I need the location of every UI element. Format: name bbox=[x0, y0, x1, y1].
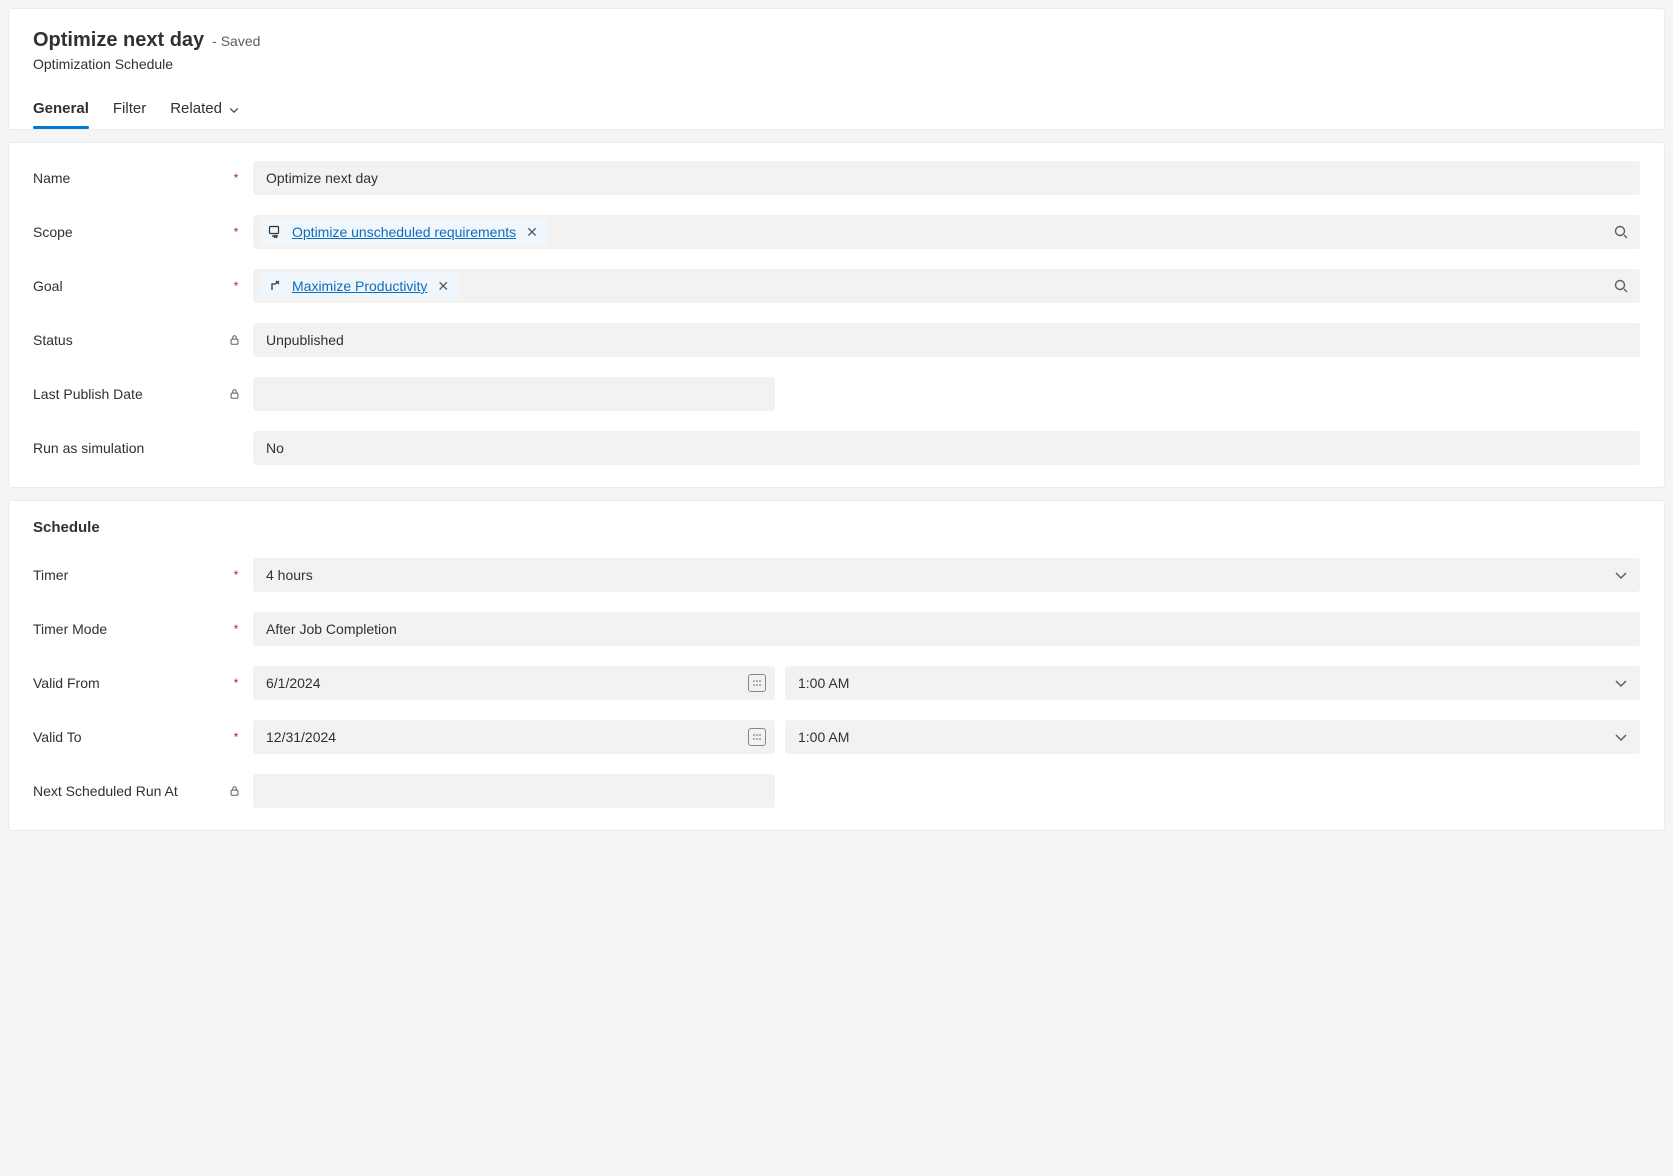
label-goal: Goal bbox=[33, 278, 63, 294]
field-run-as-simulation: Run as simulation No bbox=[33, 431, 1640, 465]
scope-remove-icon[interactable]: ✕ bbox=[524, 224, 540, 241]
required-marker: * bbox=[229, 568, 243, 582]
field-status: Status Unpublished bbox=[33, 323, 1640, 357]
field-scope: Scope * Optimize unscheduled requirement… bbox=[33, 215, 1640, 249]
chevron-down-icon bbox=[228, 103, 240, 115]
label-timer: Timer bbox=[33, 567, 68, 583]
page-title: Optimize next day bbox=[33, 29, 204, 52]
last-publish-date-value bbox=[253, 377, 775, 411]
label-run-as-simulation: Run as simulation bbox=[33, 440, 144, 456]
general-section: Name * Optimize next day Scope * bbox=[8, 142, 1665, 488]
name-input[interactable]: Optimize next day bbox=[253, 161, 1640, 195]
field-valid-to: Valid To * 12/31/2024 1:00 AM bbox=[33, 720, 1640, 754]
goal-lookup[interactable]: Maximize Productivity ✕ bbox=[253, 269, 1640, 303]
saved-indicator: - Saved bbox=[212, 33, 260, 49]
search-icon[interactable] bbox=[1613, 278, 1629, 294]
label-timer-mode: Timer Mode bbox=[33, 621, 107, 637]
label-status: Status bbox=[33, 332, 73, 348]
label-next-scheduled-run-at: Next Scheduled Run At bbox=[33, 783, 178, 799]
tab-filter[interactable]: Filter bbox=[113, 92, 146, 129]
timer-value: 4 hours bbox=[266, 567, 313, 583]
calendar-icon[interactable] bbox=[748, 728, 766, 746]
field-timer-mode: Timer Mode * After Job Completion bbox=[33, 612, 1640, 646]
valid-from-date-value: 6/1/2024 bbox=[266, 675, 321, 691]
status-value: Unpublished bbox=[253, 323, 1640, 357]
label-scope: Scope bbox=[33, 224, 73, 240]
chevron-down-icon bbox=[1613, 729, 1629, 745]
scope-link[interactable]: Optimize unscheduled requirements bbox=[292, 224, 516, 240]
required-marker: * bbox=[229, 171, 243, 185]
goal-remove-icon[interactable]: ✕ bbox=[435, 278, 451, 295]
valid-from-time-value: 1:00 AM bbox=[798, 675, 849, 691]
lock-icon bbox=[229, 388, 243, 400]
schedule-heading: Schedule bbox=[33, 519, 1640, 536]
required-marker: * bbox=[229, 730, 243, 744]
record-header: Optimize next day - Saved Optimization S… bbox=[8, 8, 1665, 130]
chevron-down-icon bbox=[1613, 567, 1629, 583]
field-valid-from: Valid From * 6/1/2024 1:00 AM bbox=[33, 666, 1640, 700]
field-name: Name * Optimize next day bbox=[33, 161, 1640, 195]
valid-to-date-input[interactable]: 12/31/2024 bbox=[253, 720, 775, 754]
goal-entity-icon bbox=[268, 278, 284, 294]
scope-entity-icon bbox=[268, 224, 284, 240]
timer-select[interactable]: 4 hours bbox=[253, 558, 1640, 592]
label-name: Name bbox=[33, 170, 70, 186]
tab-bar: General Filter Related bbox=[33, 92, 1640, 129]
run-as-simulation-input[interactable]: No bbox=[253, 431, 1640, 465]
schedule-section: Schedule Timer * 4 hours Timer Mode * Af… bbox=[8, 500, 1665, 831]
lock-icon bbox=[229, 334, 243, 346]
required-marker: * bbox=[229, 676, 243, 690]
label-last-publish-date: Last Publish Date bbox=[33, 386, 143, 402]
calendar-icon[interactable] bbox=[748, 674, 766, 692]
valid-from-time-select[interactable]: 1:00 AM bbox=[785, 666, 1640, 700]
valid-to-time-value: 1:00 AM bbox=[798, 729, 849, 745]
required-marker: * bbox=[229, 622, 243, 636]
tab-general[interactable]: General bbox=[33, 92, 89, 129]
chevron-down-icon bbox=[1613, 675, 1629, 691]
valid-to-time-select[interactable]: 1:00 AM bbox=[785, 720, 1640, 754]
label-valid-from: Valid From bbox=[33, 675, 100, 691]
field-last-publish-date: Last Publish Date bbox=[33, 377, 1640, 411]
search-icon[interactable] bbox=[1613, 224, 1629, 240]
next-scheduled-run-at-value bbox=[253, 774, 775, 808]
field-timer: Timer * 4 hours bbox=[33, 558, 1640, 592]
field-goal: Goal * Maximize Productivity ✕ bbox=[33, 269, 1640, 303]
required-marker: * bbox=[229, 279, 243, 293]
goal-link[interactable]: Maximize Productivity bbox=[292, 278, 427, 294]
lock-icon bbox=[229, 785, 243, 797]
required-marker: * bbox=[229, 225, 243, 239]
entity-subtitle: Optimization Schedule bbox=[33, 56, 1640, 72]
label-valid-to: Valid To bbox=[33, 729, 82, 745]
goal-chip: Maximize Productivity ✕ bbox=[260, 273, 459, 299]
timer-mode-input[interactable]: After Job Completion bbox=[253, 612, 1640, 646]
valid-to-date-value: 12/31/2024 bbox=[266, 729, 336, 745]
valid-from-date-input[interactable]: 6/1/2024 bbox=[253, 666, 775, 700]
scope-lookup[interactable]: Optimize unscheduled requirements ✕ bbox=[253, 215, 1640, 249]
tab-related[interactable]: Related bbox=[170, 92, 240, 129]
scope-chip: Optimize unscheduled requirements ✕ bbox=[260, 219, 548, 245]
tab-related-label: Related bbox=[170, 100, 222, 117]
field-next-scheduled-run-at: Next Scheduled Run At bbox=[33, 774, 1640, 808]
